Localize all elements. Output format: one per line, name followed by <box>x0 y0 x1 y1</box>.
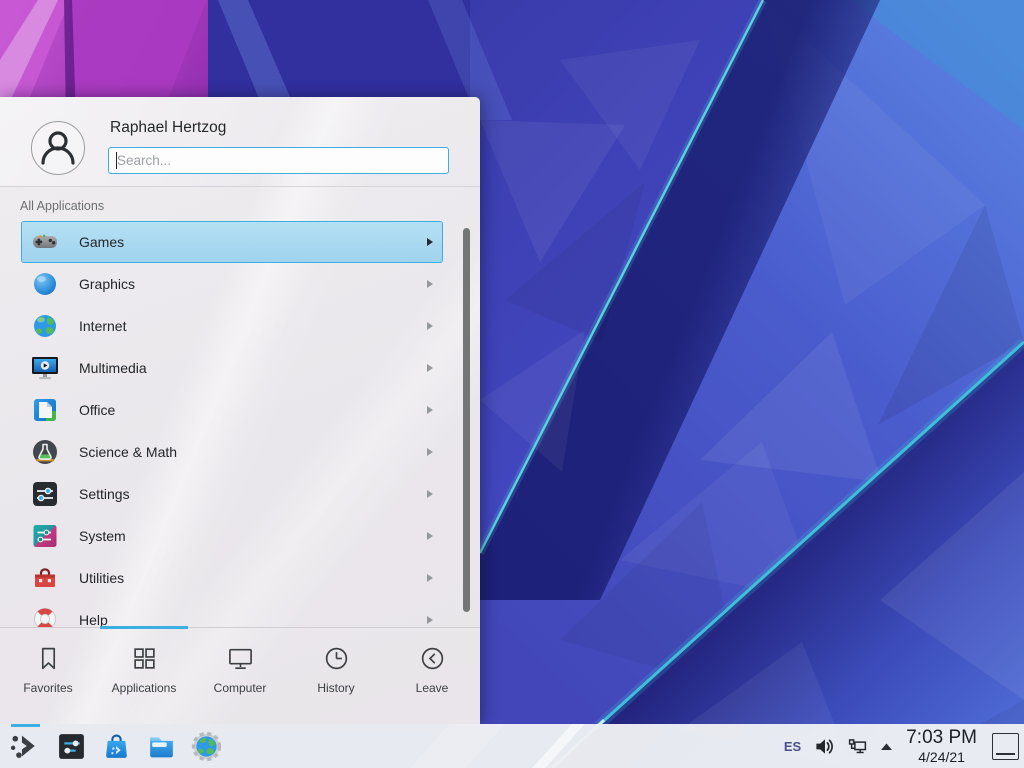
sliders-icon <box>31 480 59 508</box>
category-games[interactable]: Games <box>21 221 443 263</box>
taskbar: ES 7:03 PM 4/24/21 <box>0 724 1024 768</box>
category-label: Graphics <box>79 276 135 292</box>
submenu-arrow-icon <box>427 574 433 582</box>
tab-label: Applications <box>112 681 177 695</box>
lifebuoy-icon <box>31 606 59 627</box>
category-settings[interactable]: Settings <box>21 473 443 515</box>
clock-date: 4/24/21 <box>906 750 977 764</box>
kde-launcher-icon <box>8 724 42 768</box>
category-label: Games <box>79 234 124 250</box>
tab-label: Computer <box>214 681 267 695</box>
submenu-arrow-icon <box>427 616 433 624</box>
taskbar-translucency-streak <box>410 724 505 768</box>
flask-icon <box>31 438 59 466</box>
category-system[interactable]: System <box>21 515 443 557</box>
discover-software-center-icon[interactable] <box>101 731 132 762</box>
desktop: Raphael Hertzog All Applications <box>0 0 1024 768</box>
user-icon <box>32 122 84 174</box>
category-help[interactable]: Help <box>21 599 443 627</box>
submenu-arrow-icon <box>427 406 433 414</box>
tab-computer[interactable]: Computer <box>192 628 288 724</box>
toolbox-icon <box>31 564 59 592</box>
document-icon <box>31 396 59 424</box>
category-label: Settings <box>79 486 130 502</box>
section-label: All Applications <box>20 199 104 213</box>
file-manager-icon[interactable] <box>146 731 177 762</box>
keyboard-layout-indicator[interactable]: ES <box>784 739 801 754</box>
category-office[interactable]: Office <box>21 389 443 431</box>
category-label: Multimedia <box>79 360 147 376</box>
submenu-arrow-icon <box>427 532 433 540</box>
user-avatar[interactable] <box>31 121 85 175</box>
bookmark-icon <box>35 645 62 672</box>
submenu-arrow-icon <box>427 364 433 372</box>
submenu-arrow-icon <box>427 490 433 498</box>
clock-icon <box>323 645 350 672</box>
tab-favorites[interactable]: Favorites <box>0 628 96 724</box>
tab-applications[interactable]: Applications <box>96 628 192 724</box>
digital-clock[interactable]: 7:03 PM 4/24/21 <box>906 728 977 764</box>
monitor-icon <box>227 645 254 672</box>
list-scrollbar[interactable] <box>463 228 470 612</box>
application-launcher-button[interactable] <box>8 724 42 768</box>
tab-label: Leave <box>416 681 449 695</box>
launcher-footer-tabs: Favorites Applications <box>0 627 480 724</box>
tab-history[interactable]: History <box>288 628 384 724</box>
category-label: System <box>79 528 126 544</box>
category-science-math[interactable]: Science & Math <box>21 431 443 473</box>
volume-icon[interactable] <box>814 736 835 757</box>
network-icon[interactable] <box>847 736 868 757</box>
tab-label: History <box>317 681 354 695</box>
submenu-arrow-icon <box>427 238 433 246</box>
category-internet[interactable]: Internet <box>21 305 443 347</box>
category-label: Internet <box>79 318 126 334</box>
search-box[interactable] <box>108 147 449 174</box>
media-player-icon <box>31 354 59 382</box>
category-graphics[interactable]: Graphics <box>21 263 443 305</box>
expand-tray-icon[interactable] <box>880 742 893 751</box>
show-desktop-button[interactable] <box>992 733 1019 760</box>
application-launcher-menu: Raphael Hertzog All Applications <box>0 97 480 724</box>
leave-icon <box>419 645 446 672</box>
clock-time: 7:03 PM <box>906 728 977 747</box>
user-name: Raphael Hertzog <box>110 119 226 137</box>
launcher-header: Raphael Hertzog <box>0 97 480 187</box>
category-label: Utilities <box>79 570 124 586</box>
taskbar-translucency-streak <box>532 724 585 768</box>
app-grid-icon <box>131 645 158 672</box>
category-multimedia[interactable]: Multimedia <box>21 347 443 389</box>
gamepad-icon <box>31 228 59 256</box>
submenu-arrow-icon <box>427 322 433 330</box>
tab-leave[interactable]: Leave <box>384 628 480 724</box>
submenu-arrow-icon <box>427 448 433 456</box>
category-label: Office <box>79 402 115 418</box>
paint-sphere-icon <box>31 270 59 298</box>
tab-label: Favorites <box>23 681 72 695</box>
web-browser-icon[interactable] <box>191 731 222 762</box>
category-list: Games Graphics <box>21 221 443 627</box>
submenu-arrow-icon <box>427 280 433 288</box>
active-task-indicator <box>11 724 40 727</box>
system-sliders-icon <box>31 522 59 550</box>
category-utilities[interactable]: Utilities <box>21 557 443 599</box>
system-tray: ES 7:03 PM 4/24/21 <box>784 728 1024 764</box>
globe-icon <box>31 312 59 340</box>
category-label: Help <box>79 612 108 627</box>
search-input[interactable] <box>109 148 448 173</box>
system-settings-icon[interactable] <box>56 731 87 762</box>
category-label: Science & Math <box>79 444 177 460</box>
